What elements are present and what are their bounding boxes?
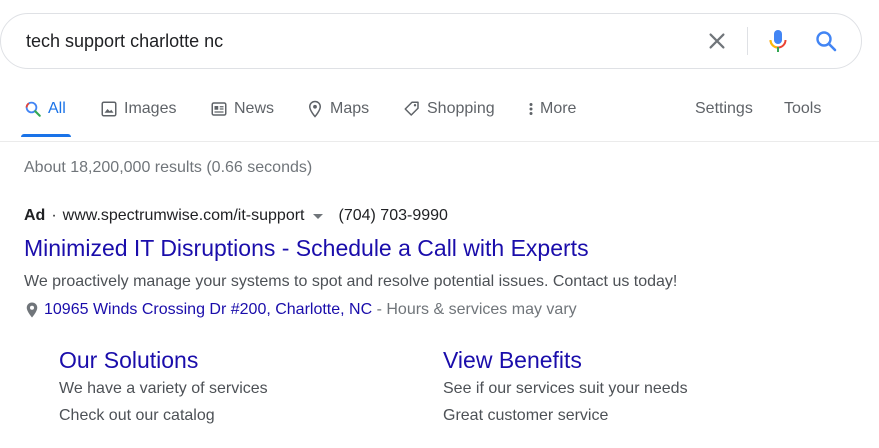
ad-location: 10965 Winds Crossing Dr #200, Charlotte,… xyxy=(24,301,577,319)
tag-icon xyxy=(403,100,421,118)
tab-label: More xyxy=(540,100,577,117)
search-icon[interactable] xyxy=(813,28,839,54)
search-tabs: All Images News Maps Shopping More Setti… xyxy=(0,92,879,142)
ad-title-link[interactable]: Minimized IT Disruptions - Schedule a Ca… xyxy=(24,235,589,262)
tab-label: Images xyxy=(124,100,177,117)
location-pin-icon xyxy=(26,302,38,318)
result-stats: About 18,200,000 results (0.66 seconds) xyxy=(24,159,313,176)
ad-url[interactable]: www.spectrumwise.com/it-support xyxy=(63,207,305,225)
tools-link[interactable]: Tools xyxy=(784,100,821,118)
tab-label: News xyxy=(234,100,275,117)
active-tab-indicator xyxy=(21,134,71,137)
tabs-divider xyxy=(0,141,879,142)
ad-hours-note: Hours & services may vary xyxy=(386,301,577,318)
ad-badge: Ad xyxy=(24,207,46,224)
ad-url-line: Ad · www.spectrumwise.com/it-support (70… xyxy=(24,207,448,225)
image-icon xyxy=(100,100,118,118)
microphone-icon[interactable] xyxy=(765,28,791,54)
ad-description: We proactively manage your systems to sp… xyxy=(24,273,678,290)
search-box xyxy=(0,13,862,69)
map-pin-icon xyxy=(306,100,324,118)
news-icon xyxy=(210,100,228,118)
search-divider xyxy=(747,27,748,55)
sitelink-view-benefits[interactable]: View Benefits xyxy=(443,347,582,374)
sitelink-description: Check out our catalog xyxy=(59,407,215,424)
ad-address-link[interactable]: 10965 Winds Crossing Dr #200, Charlotte,… xyxy=(44,301,372,319)
tab-news[interactable]: News xyxy=(210,100,274,118)
more-vertical-icon xyxy=(526,100,536,118)
tab-images[interactable]: Images xyxy=(100,100,176,118)
settings-label: Settings xyxy=(695,100,753,117)
sitelink-our-solutions[interactable]: Our Solutions xyxy=(59,347,198,374)
tools-label: Tools xyxy=(784,100,822,117)
tab-label: All xyxy=(48,100,66,117)
clear-icon[interactable] xyxy=(704,28,730,54)
address-separator: - xyxy=(372,301,387,318)
ad-phone[interactable]: (704) 703-9990 xyxy=(339,207,448,225)
sitelink-description: Great customer service xyxy=(443,407,609,424)
tab-label: Maps xyxy=(330,100,370,117)
settings-link[interactable]: Settings xyxy=(695,100,753,118)
tab-maps[interactable]: Maps xyxy=(306,100,369,118)
search-input[interactable] xyxy=(26,14,666,68)
sitelink-description: See if our services suit your needs xyxy=(443,380,688,397)
chevron-down-icon[interactable] xyxy=(312,213,323,219)
tab-all[interactable]: All xyxy=(24,100,66,118)
sitelink-description: We have a variety of services xyxy=(59,380,268,397)
search-icon xyxy=(24,100,42,118)
tab-more[interactable]: More xyxy=(526,100,576,118)
tab-label: Shopping xyxy=(427,100,495,117)
tab-shopping[interactable]: Shopping xyxy=(403,100,495,118)
ad-separator: · xyxy=(51,207,57,224)
